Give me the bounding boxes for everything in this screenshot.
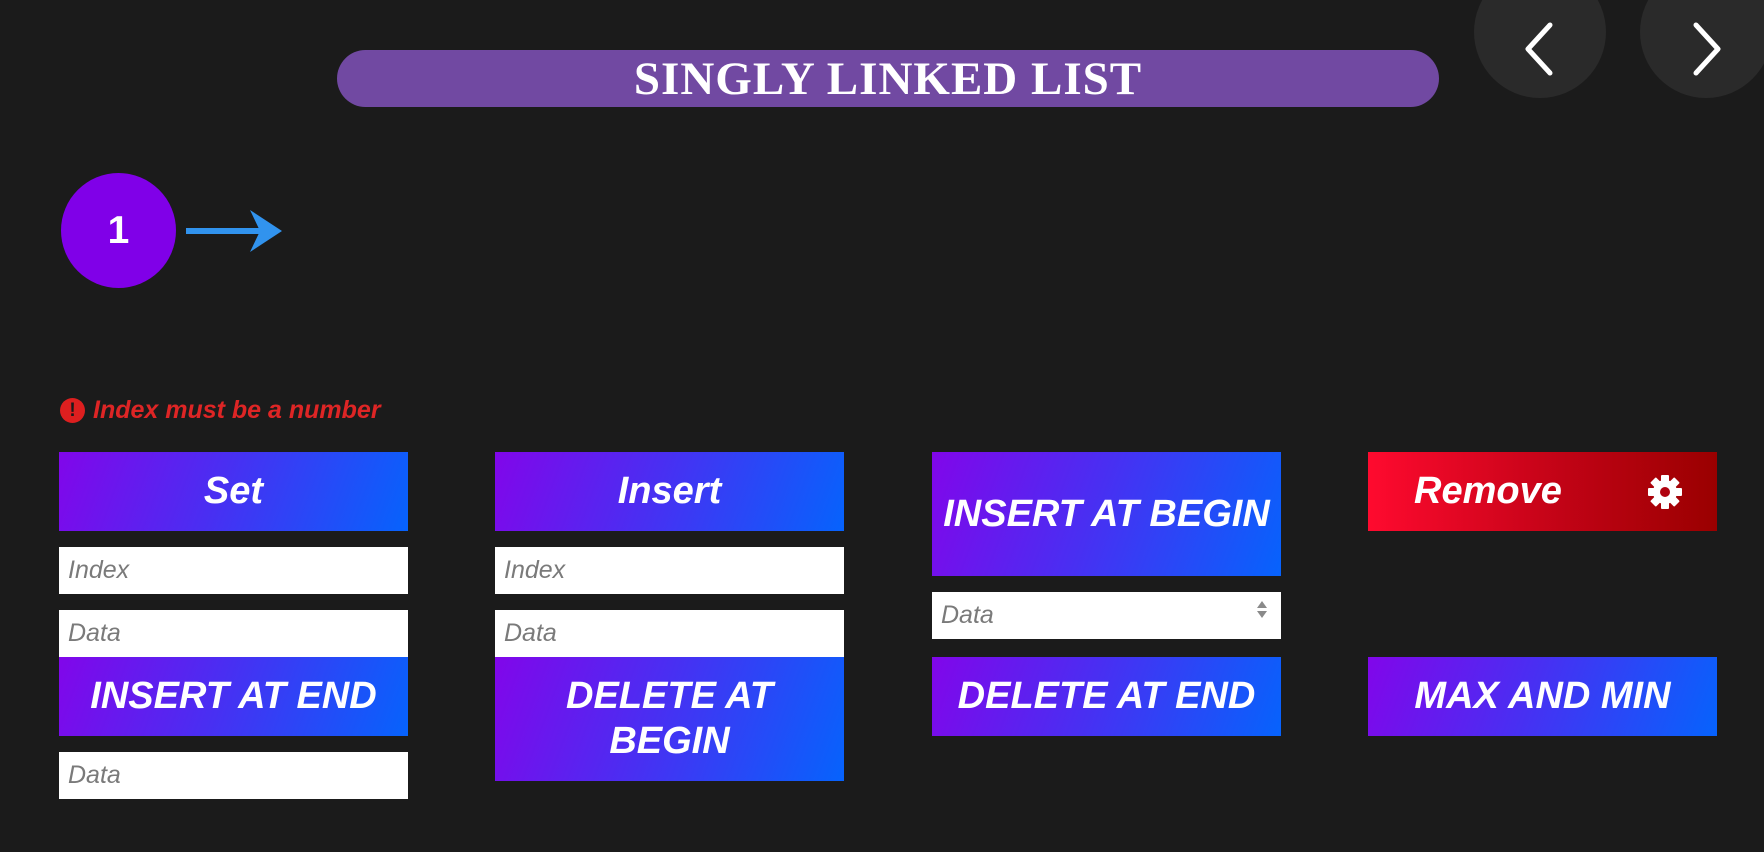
page-title: SINGLY LINKED LIST — [633, 52, 1143, 105]
spin-up-icon[interactable] — [1257, 601, 1267, 608]
node-value: 1 — [107, 208, 130, 252]
app-page: SINGLY LINKED LIST 1 ! Index must be a n… — [0, 0, 1764, 852]
remove-button-label: Remove — [1414, 470, 1562, 512]
insert-button-label: Insert — [617, 470, 722, 512]
delete-at-end-button[interactable]: DELETE AT END — [932, 657, 1281, 736]
list-node: 1 — [61, 173, 176, 288]
insert-index-input[interactable] — [495, 547, 844, 594]
spin-down-icon[interactable] — [1257, 611, 1267, 618]
max-and-min-label: MAX AND MIN — [1414, 675, 1671, 717]
delete-at-begin-label: DELETE AT BEGIN — [566, 675, 773, 762]
insert-at-end-label: INSERT AT END — [90, 675, 377, 717]
error-text: Index must be a number — [93, 396, 381, 424]
number-spinner[interactable] — [1257, 601, 1267, 618]
exclamation-circle-icon: ! — [60, 398, 85, 423]
page-title-bar: SINGLY LINKED LIST — [337, 50, 1439, 107]
remove-button[interactable]: Remove — [1368, 452, 1717, 531]
insert-data-input[interactable] — [495, 610, 844, 657]
max-and-min-button[interactable]: MAX AND MIN — [1368, 657, 1717, 736]
chevron-right-icon — [1693, 22, 1721, 76]
set-button-label: Set — [203, 470, 264, 512]
delete-at-begin-button[interactable]: DELETE AT BEGIN — [495, 657, 844, 781]
insert-at-begin-button[interactable]: INSERT AT BEGIN — [932, 452, 1281, 576]
next-pointer-arrow-icon — [186, 210, 282, 252]
insert-at-end-data-input[interactable] — [59, 752, 408, 799]
insert-button[interactable]: Insert — [495, 452, 844, 531]
gear-icon — [1648, 475, 1682, 509]
set-button[interactable]: Set — [59, 452, 408, 531]
insert-at-end-button[interactable]: INSERT AT END — [59, 657, 408, 736]
delete-at-end-label: DELETE AT END — [957, 675, 1256, 717]
insert-at-begin-data-input[interactable] — [932, 592, 1281, 639]
error-message: ! Index must be a number — [60, 396, 381, 425]
previous-button[interactable] — [1474, 0, 1606, 98]
set-data-input[interactable] — [59, 610, 408, 657]
insert-at-begin-label: INSERT AT BEGIN — [943, 492, 1270, 535]
next-button[interactable] — [1640, 0, 1764, 98]
chevron-left-icon — [1525, 22, 1553, 76]
set-index-input[interactable] — [59, 547, 408, 594]
